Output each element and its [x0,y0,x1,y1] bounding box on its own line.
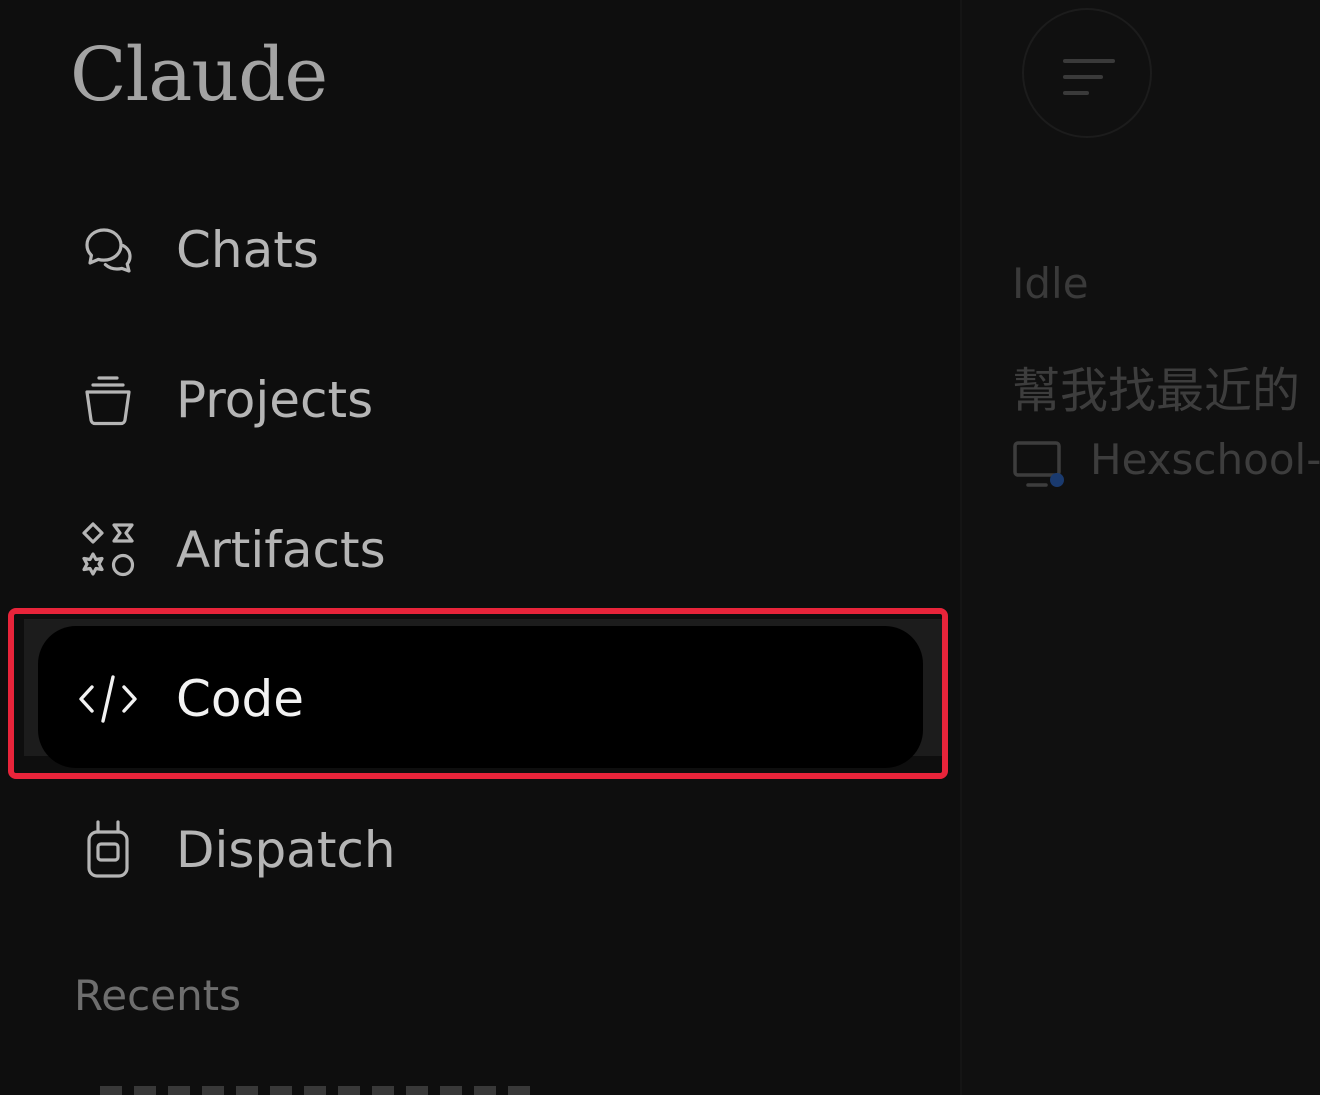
dispatch-icon [76,818,140,882]
sidebar: Claude Chats Projects Artifacts Code Dis… [0,0,960,1095]
sidebar-item-artifacts[interactable]: Artifacts [38,477,923,619]
project-name: Hexschool- [1090,435,1320,484]
artifacts-icon [76,518,140,582]
session-status: Idle [1012,259,1089,308]
recent-item-peek[interactable] [100,1086,530,1095]
projects-icon [76,368,140,432]
sidebar-item-label: Dispatch [176,821,396,879]
chats-icon [76,218,140,282]
sidebar-item-chats[interactable]: Chats [38,177,923,319]
code-icon [76,667,140,731]
main-panel: Idle 幫我找最近的 Hexschool- [960,0,1320,1095]
session-title[interactable]: 幫我找最近的 [1012,362,1300,420]
sidebar-item-label: Chats [176,221,319,279]
menu-lines-icon [1063,59,1115,95]
sidebar-item-code[interactable]: Code [38,626,923,768]
menu-button[interactable] [1022,8,1152,138]
sidebar-item-dispatch[interactable]: Dispatch [38,777,923,919]
app-window: Claude Chats Projects Artifacts Code Dis… [0,0,1320,1095]
sidebar-item-label: Code [176,670,305,728]
sidebar-item-label: Artifacts [176,521,386,579]
sidebar-item-projects[interactable]: Projects [38,327,923,469]
claude-logo[interactable]: Claude [70,30,328,120]
screen-icon [1012,440,1066,488]
recents-heading: Recents [74,971,242,1020]
sidebar-item-label: Projects [176,371,374,429]
